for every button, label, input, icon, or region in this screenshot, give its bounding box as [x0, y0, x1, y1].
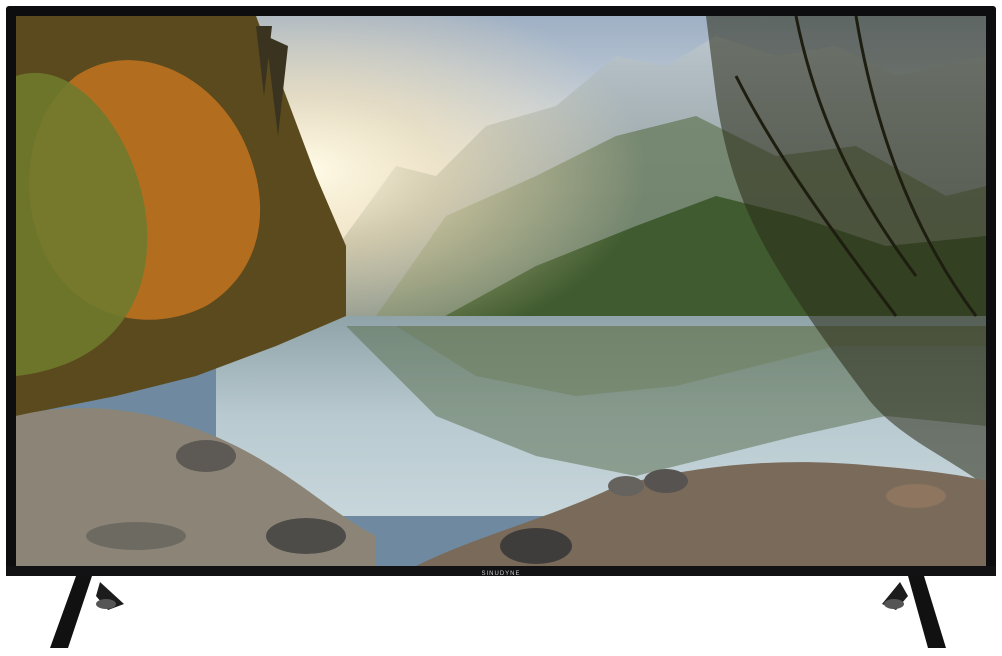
boulder — [266, 518, 346, 554]
right-stand-foot — [880, 576, 960, 650]
brand-logo: SINUDYNE — [481, 571, 521, 577]
boulder — [644, 469, 688, 493]
tv-bottom-bezel: SINUDYNE — [6, 566, 996, 577]
boulder — [86, 522, 186, 550]
left-stand-foot — [48, 576, 128, 650]
boulder — [608, 476, 644, 496]
boulder — [886, 484, 946, 508]
television: SINUDYNE — [6, 6, 996, 577]
boulder — [176, 440, 236, 472]
tv-screen — [16, 16, 986, 566]
landscape-scene — [16, 16, 986, 566]
boulder — [500, 528, 572, 564]
